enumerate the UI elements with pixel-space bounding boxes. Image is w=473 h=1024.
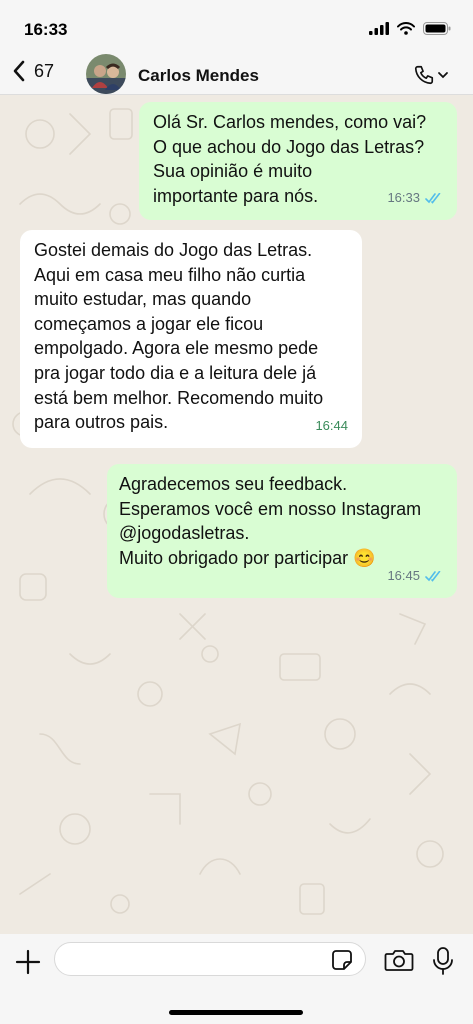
status-icons [369, 22, 451, 35]
mic-icon[interactable] [432, 946, 454, 976]
phone-icon [414, 65, 434, 85]
message-meta: 16:45 [387, 564, 443, 589]
status-bar: 16:33 [0, 0, 473, 50]
read-ticks-icon [425, 571, 441, 582]
home-indicator [169, 1010, 303, 1015]
message-time: 16:33 [387, 190, 420, 206]
message-input[interactable] [54, 942, 366, 976]
avatar[interactable] [86, 54, 126, 94]
sticker-icon[interactable] [331, 949, 353, 971]
signal-icon [369, 22, 389, 35]
wifi-icon [397, 22, 415, 35]
camera-icon[interactable] [384, 948, 414, 972]
status-time: 16:33 [24, 20, 68, 39]
plus-icon[interactable] [14, 948, 42, 976]
chevron-down-icon [438, 72, 448, 79]
message-meta: 16:44 [315, 414, 348, 439]
back-chevron-icon [13, 60, 25, 82]
back-button[interactable]: 67 [12, 60, 54, 82]
chat-header: 67 Carlos Mendes [0, 50, 473, 95]
message-time: 16:45 [387, 568, 420, 584]
message-meta: 16:33 [387, 186, 443, 211]
message-text: Gostei demais do Jogo das Letras. Aqui e… [34, 240, 324, 433]
contact-name[interactable]: Carlos Mendes [138, 66, 259, 86]
unread-count: 67 [34, 60, 55, 81]
message-text: Agradecemos seu feedback. Esperamos você… [119, 474, 422, 568]
read-ticks-icon [425, 193, 441, 204]
message-bubble-outgoing[interactable]: Olá Sr. Carlos mendes, como vai? O que a… [139, 102, 457, 220]
battery-icon [423, 22, 451, 35]
message-bubble-outgoing[interactable]: Agradecemos seu feedback. Esperamos você… [107, 464, 457, 598]
message-bubble-incoming[interactable]: Gostei demais do Jogo das Letras. Aqui e… [20, 230, 362, 448]
message-time: 16:44 [315, 418, 348, 434]
call-button[interactable] [413, 64, 449, 86]
